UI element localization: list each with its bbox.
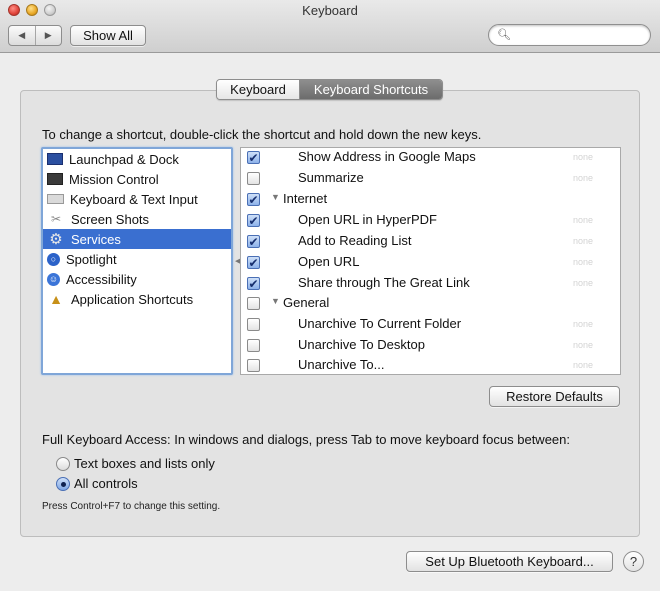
shortcut-row[interactable]: Summarize none <box>241 168 620 189</box>
shortcut-label: Unarchive To Current Folder <box>298 316 462 331</box>
shortcut-key[interactable]: none <box>573 215 593 225</box>
shortcut-label: Unarchive To Desktop <box>298 337 425 352</box>
category-label: Mission Control <box>69 171 159 187</box>
radio-all-controls[interactable] <box>56 477 70 491</box>
group-checkbox[interactable] <box>247 193 260 206</box>
category-label: Services <box>71 231 121 247</box>
shortcut-checkbox[interactable] <box>247 359 260 372</box>
shortcut-checkbox[interactable] <box>247 214 260 227</box>
group-checkbox[interactable] <box>247 297 260 310</box>
shortcut-key[interactable]: none <box>573 340 593 350</box>
shortcut-checkbox[interactable] <box>247 339 260 352</box>
shortcut-checkbox[interactable] <box>247 235 260 248</box>
category-mission-control[interactable]: Mission Control <box>43 169 231 189</box>
category-list[interactable]: Launchpad & Dock Mission Control Keyboar… <box>41 147 233 375</box>
group-label: General <box>283 295 330 310</box>
spotlight-icon: ○ <box>47 252 60 266</box>
category-label: Spotlight <box>66 251 117 267</box>
screenshot-icon: ✂ <box>50 212 62 226</box>
shortcut-key[interactable]: none <box>573 278 593 288</box>
shortcut-key[interactable]: none <box>573 173 593 183</box>
shortcut-row[interactable]: Share through The Great Link none <box>241 273 620 294</box>
shortcut-group-row[interactable]: ▼ General <box>241 293 620 314</box>
radio-label-text-boxes[interactable]: Text boxes and lists only <box>74 456 215 471</box>
shortcut-checkbox[interactable] <box>247 318 260 331</box>
shortcut-checkbox[interactable] <box>247 172 260 185</box>
gear-icon: ⚙ <box>49 230 63 248</box>
keyboard-access-hint: Press Control+F7 to change this setting. <box>42 501 221 512</box>
back-forward-control: ◀ ▶ <box>8 25 62 46</box>
tab-keyboard[interactable]: Keyboard <box>217 80 300 99</box>
accessibility-icon: ☺ <box>47 272 60 286</box>
setup-bluetooth-keyboard-button[interactable]: Set Up Bluetooth Keyboard... <box>406 551 613 572</box>
forward-button[interactable]: ▶ <box>36 26 62 45</box>
shortcut-label: Open URL <box>298 254 360 269</box>
shortcut-label: Summarize <box>298 170 364 185</box>
shortcut-key[interactable]: none <box>573 319 593 329</box>
app-shortcuts-icon: ▲ <box>49 291 63 307</box>
shortcut-key[interactable]: none <box>573 360 593 370</box>
category-keyboard-text-input[interactable]: Keyboard & Text Input <box>43 189 231 209</box>
launchpad-icon <box>47 153 63 165</box>
show-all-button[interactable]: Show All <box>70 25 146 46</box>
shortcut-label: Add to Reading List <box>298 233 412 248</box>
search-icon: 🔍︎ <box>497 29 511 41</box>
search-field[interactable]: 🔍︎ <box>488 24 651 46</box>
category-label: Launchpad & Dock <box>69 151 179 167</box>
category-screen-shots[interactable]: ✂ Screen Shots <box>43 209 231 229</box>
radio-text-boxes-only[interactable] <box>56 457 70 471</box>
radio-label-all-controls[interactable]: All controls <box>74 476 138 491</box>
category-label: Screen Shots <box>71 211 150 227</box>
shortcut-checkbox[interactable] <box>247 151 260 164</box>
shortcut-checkbox[interactable] <box>247 277 260 290</box>
shortcut-list[interactable]: Show Address in Google Maps none Summari… <box>240 147 621 375</box>
mission-control-icon <box>47 173 63 185</box>
group-label: Internet <box>283 191 328 206</box>
shortcut-row[interactable]: Show Address in Google Maps none <box>241 148 620 168</box>
category-label: Application Shortcuts <box>71 291 194 307</box>
disclosure-triangle-icon[interactable]: ▼ <box>271 296 280 306</box>
category-launchpad-dock[interactable]: Launchpad & Dock <box>43 149 231 169</box>
shortcut-label: Share through The Great Link <box>298 275 470 290</box>
instructions-text: To change a shortcut, double-click the s… <box>42 127 482 142</box>
help-button[interactable]: ? <box>623 551 644 572</box>
shortcut-row[interactable]: Unarchive To Current Folder none <box>241 314 620 335</box>
shortcut-label: Open URL in HyperPDF <box>298 212 437 227</box>
category-accessibility[interactable]: ☺ Accessibility <box>43 269 231 289</box>
tab-bar: Keyboard Keyboard Shortcuts <box>216 79 443 100</box>
shortcut-key[interactable]: none <box>573 152 593 162</box>
shortcut-row[interactable]: Unarchive To... none <box>241 355 620 374</box>
category-services[interactable]: ⚙ Services <box>43 229 231 249</box>
shortcut-label: Show Address in Google Maps <box>298 149 476 164</box>
shortcut-label: Unarchive To... <box>298 357 385 372</box>
category-application-shortcuts[interactable]: ▲ Application Shortcuts <box>43 289 231 309</box>
window-title: Keyboard <box>302 3 358 18</box>
title-bar: Keyboard ◀ ▶ Show All 🔍︎ <box>0 0 660 53</box>
keyboard-preferences-window: Keyboard ◀ ▶ Show All 🔍︎ Keyboard Keyboa… <box>0 0 660 591</box>
category-label: Accessibility <box>66 271 137 287</box>
shortcut-key[interactable]: none <box>573 236 593 246</box>
shortcut-row[interactable]: Open URL none <box>241 252 620 273</box>
shortcut-row[interactable]: Open URL in HyperPDF none <box>241 210 620 231</box>
back-button[interactable]: ◀ <box>9 26 36 45</box>
shortcut-checkbox[interactable] <box>247 256 260 269</box>
tab-keyboard-shortcuts[interactable]: Keyboard Shortcuts <box>300 80 442 99</box>
shortcut-key[interactable]: none <box>573 257 593 267</box>
full-keyboard-access-label: Full Keyboard Access: In windows and dia… <box>42 432 570 447</box>
shortcut-row[interactable]: Unarchive To Desktop none <box>241 335 620 356</box>
disclosure-triangle-icon[interactable]: ▼ <box>271 192 280 202</box>
keyboard-icon <box>47 194 64 204</box>
shortcut-row[interactable]: Add to Reading List none <box>241 231 620 252</box>
category-label: Keyboard & Text Input <box>70 191 198 207</box>
shortcut-group-row[interactable]: ▼ Internet <box>241 189 620 210</box>
category-spotlight[interactable]: ○ Spotlight <box>43 249 231 269</box>
restore-defaults-button[interactable]: Restore Defaults <box>489 386 620 407</box>
